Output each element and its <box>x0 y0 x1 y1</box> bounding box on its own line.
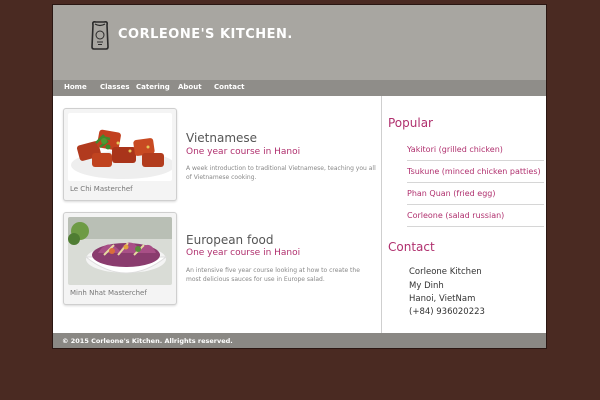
course-card-european[interactable]: Minh Nhat Masterchef <box>63 212 177 305</box>
contact-heading: Contact <box>388 240 435 254</box>
nav-item-contact[interactable]: Contact <box>214 83 245 91</box>
course-card-vietnamese[interactable]: Le Chi Masterchef <box>63 108 177 201</box>
main-content: Le Chi Masterchef Vietnamese One year co… <box>53 96 383 336</box>
contact-name: Corleone Kitchen <box>409 267 482 277</box>
popular-heading: Popular <box>388 116 433 130</box>
site-header: CORLEONE'S KITCHEN. <box>53 5 546 80</box>
course-subtitle: One year course in Hanoi <box>186 147 301 157</box>
nav-item-classes[interactable]: Classes <box>100 83 130 91</box>
contact-district: My Dinh <box>409 281 444 291</box>
main-nav: Home Classes Catering About Contact <box>53 80 546 96</box>
fried-chicken-dish-image <box>68 113 172 181</box>
course-title[interactable]: European food <box>186 233 274 247</box>
popular-item[interactable]: Corleone (salad russian) <box>407 205 544 227</box>
salad-bowl-image <box>68 217 172 285</box>
site-footer: © 2015 Corleone's Kitchen. Allrights res… <box>53 333 546 348</box>
course-chef-label: Minh Nhat Masterchef <box>70 289 147 297</box>
popular-item[interactable]: Yakitori (grilled chicken) <box>407 139 544 161</box>
nav-item-home[interactable]: Home <box>64 83 87 91</box>
course-description: An intensive five year course looking at… <box>186 267 360 283</box>
contact-city: Hanoi, VietNam <box>409 294 476 304</box>
copyright-text: © 2015 Corleone's Kitchen. Allrights res… <box>62 337 233 345</box>
course-chef-label: Le Chi Masterchef <box>70 185 133 193</box>
popular-item[interactable]: Phan Quan (fried egg) <box>407 183 544 205</box>
popular-item[interactable]: Tsukune (minced chicken patties) <box>407 161 544 183</box>
column-divider <box>381 96 382 336</box>
course-description: A week introduction to traditional Vietn… <box>186 165 376 181</box>
contact-phone[interactable]: (+84) 936020223 <box>409 307 485 317</box>
site-frame: CORLEONE'S KITCHEN. Home Classes Caterin… <box>53 5 546 348</box>
nav-item-catering[interactable]: Catering <box>136 83 170 91</box>
nav-item-about[interactable]: About <box>178 83 202 91</box>
site-title: CORLEONE'S KITCHEN. <box>118 27 293 42</box>
rice-bag-icon[interactable] <box>88 19 112 51</box>
course-subtitle: One year course in Hanoi <box>186 248 301 258</box>
course-title[interactable]: Vietnamese <box>186 131 257 145</box>
